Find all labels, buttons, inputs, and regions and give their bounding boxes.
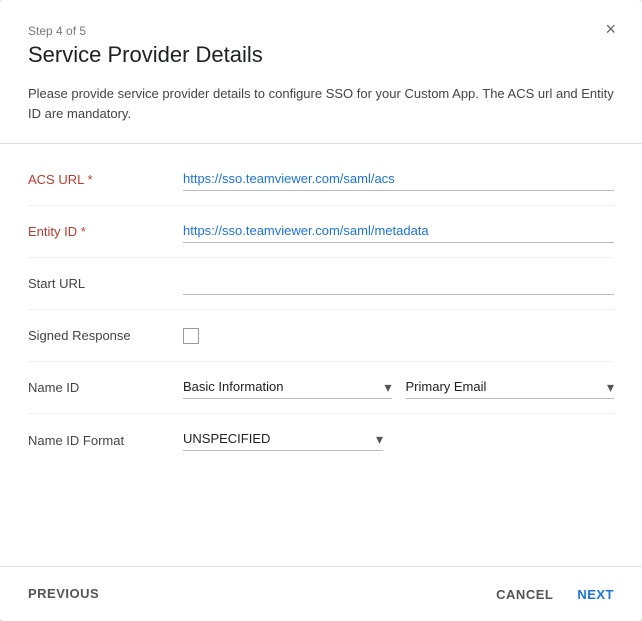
name-id-format-label: Name ID Format (28, 433, 183, 448)
acs-url-input[interactable] (183, 169, 614, 191)
name-id-format-select-wrapper: UNSPECIFIED EMAIL PERSISTENT TRANSIENT ▾ (183, 429, 383, 451)
entity-id-label: Entity ID * (28, 224, 183, 239)
form-body: ACS URL * Entity ID * Start URL Signed R… (0, 144, 642, 566)
name-id-selects: Basic Information Email Username ▾ Prima… (183, 377, 614, 399)
name-id-format-select[interactable]: UNSPECIFIED EMAIL PERSISTENT TRANSIENT (183, 429, 383, 450)
name-id-label: Name ID (28, 380, 183, 395)
footer-right: CANCEL NEXT (496, 587, 614, 602)
start-url-label: Start URL (28, 276, 183, 291)
previous-button[interactable]: PREVIOUS (28, 586, 99, 601)
next-button[interactable]: NEXT (577, 587, 614, 602)
footer-left: PREVIOUS (28, 585, 99, 603)
close-button[interactable]: × (599, 18, 622, 40)
cancel-button[interactable]: CANCEL (496, 587, 553, 602)
acs-url-row: ACS URL * (28, 154, 614, 206)
description-text: Please provide service provider details … (0, 84, 642, 144)
dialog-footer: PREVIOUS CANCEL NEXT (0, 566, 642, 621)
entity-id-row: Entity ID * (28, 206, 614, 258)
start-url-row: Start URL (28, 258, 614, 310)
name-id-row: Name ID Basic Information Email Username… (28, 362, 614, 414)
signed-response-row: Signed Response (28, 310, 614, 362)
signed-response-checkbox[interactable] (183, 328, 199, 344)
name-id-first-select[interactable]: Basic Information Email Username (183, 377, 392, 398)
name-id-second-select[interactable]: Primary Email Secondary Email (406, 377, 615, 398)
acs-url-value (183, 169, 614, 191)
name-id-second-select-wrapper: Primary Email Secondary Email ▾ (406, 377, 615, 399)
dialog-title: Service Provider Details (28, 42, 614, 68)
entity-id-value (183, 221, 614, 243)
signed-response-label: Signed Response (28, 328, 183, 343)
start-url-input[interactable] (183, 273, 614, 295)
signed-response-value (183, 328, 614, 344)
name-id-format-row: Name ID Format UNSPECIFIED EMAIL PERSIST… (28, 414, 614, 466)
step-label: Step 4 of 5 (28, 24, 614, 38)
acs-url-label: ACS URL * (28, 172, 183, 187)
dialog-header: Step 4 of 5 Service Provider Details × (0, 0, 642, 84)
start-url-value (183, 273, 614, 295)
dialog: Step 4 of 5 Service Provider Details × P… (0, 0, 642, 621)
entity-id-input[interactable] (183, 221, 614, 243)
name-id-first-select-wrapper: Basic Information Email Username ▾ (183, 377, 392, 399)
